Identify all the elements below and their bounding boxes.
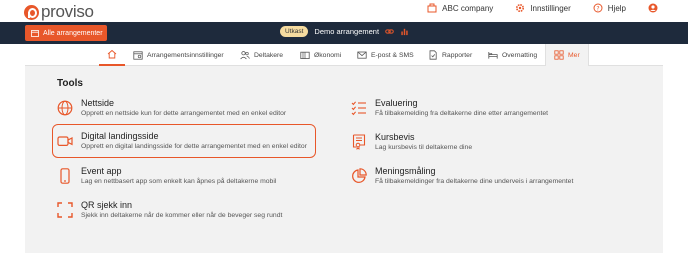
tab-label: Arrangementsinnstillinger	[147, 51, 224, 59]
bar-chart-icon[interactable]	[400, 27, 409, 36]
event-bar: Alle arrangementer Utkast Demo arrangeme…	[0, 22, 688, 44]
tool-title: Event app	[81, 166, 122, 176]
tool-desc: Opprett en nettside kun for dette arrang…	[81, 110, 287, 117]
settings-menu[interactable]: Innstillinger	[515, 3, 571, 13]
tab-label: Økonomi	[314, 51, 342, 59]
calendar-settings-icon	[133, 51, 143, 60]
user-avatar[interactable]	[648, 3, 658, 13]
tool-event-app[interactable]: Event app Lag en nettbasert app som enke…	[57, 166, 276, 186]
tab-home[interactable]	[99, 44, 125, 66]
tab-participants[interactable]: Deltakere	[240, 44, 283, 66]
top-bar: proviso ABC company Innstillinger ? Hjel…	[0, 0, 688, 22]
proviso-logo[interactable]: proviso	[24, 2, 94, 22]
tool-desc: Lag kursbevis til deltakerne dine	[375, 144, 473, 151]
tab-bar: Arrangementsinnstillinger Deltakere Økon…	[25, 44, 663, 66]
mail-icon	[357, 51, 367, 59]
svg-text:?: ?	[596, 5, 599, 12]
top-nav: ABC company Innstillinger ? Hjelp	[427, 3, 658, 13]
tab-economy[interactable]: Økonomi	[300, 44, 341, 66]
report-icon	[429, 50, 437, 60]
tool-title: Meningsmåling	[375, 166, 436, 176]
tool-title: QR sjekk inn	[81, 200, 133, 210]
bed-icon	[488, 52, 498, 59]
logo-text: proviso	[41, 2, 94, 21]
help-menu[interactable]: ? Hjelp	[593, 3, 626, 13]
tool-desc: Få tilbakemelding fra deltakerne dine et…	[375, 110, 549, 117]
event-name: Demo arrangement	[314, 27, 380, 36]
tab-event-settings[interactable]: Arrangementsinnstillinger	[133, 44, 224, 66]
status-badge: Utkast	[280, 26, 309, 37]
tool-digital-landing-page[interactable]: Digital landingsside Opprett en digital …	[52, 124, 316, 158]
tool-title: Digital landingsside	[81, 131, 159, 141]
calendar-icon	[31, 30, 39, 37]
grid-icon	[554, 50, 564, 60]
tool-title: Kursbevis	[375, 132, 415, 142]
logo-icon	[24, 4, 39, 20]
tool-title: Evaluering	[375, 98, 418, 108]
home-icon	[107, 49, 117, 59]
tools-panel: Tools Nettside Opprett en nettside kun f…	[25, 66, 663, 253]
checklist-icon	[351, 100, 367, 116]
tab-label: E-post & SMS	[371, 51, 414, 59]
user-icon	[648, 3, 658, 13]
company-icon	[427, 3, 437, 13]
tool-website[interactable]: Nettside Opprett en nettside kun for det…	[57, 98, 286, 118]
mobile-icon	[57, 168, 73, 184]
tool-poll[interactable]: Meningsmåling Få tilbakemeldinger fra de…	[351, 166, 573, 186]
link-icon[interactable]	[385, 27, 394, 36]
tool-qr-check-in[interactable]: QR sjekk inn Sjekk inn deltakerne når de…	[57, 200, 282, 220]
tab-label: Mer	[568, 51, 580, 59]
video-icon	[57, 133, 73, 149]
gear-icon	[516, 3, 525, 13]
tool-desc: Sjekk inn deltakerne når de kommer eller…	[81, 212, 283, 219]
globe-icon	[57, 100, 73, 116]
tool-title: Nettside	[81, 98, 115, 108]
wallet-icon	[300, 51, 310, 60]
help-label: Hjelp	[607, 3, 626, 13]
tool-course-certificate[interactable]: Kursbevis Lag kursbevis til deltakerne d…	[351, 132, 472, 152]
tab-reports[interactable]: Rapporter	[428, 44, 472, 66]
all-events-button[interactable]: Alle arrangementer	[25, 25, 107, 41]
tab-label: Rapporter	[442, 51, 473, 59]
tab-more[interactable]: Mer	[545, 44, 589, 66]
company-label: ABC company	[442, 3, 494, 13]
tool-desc: Lag en nettbasert app som enkelt kan åpn…	[81, 178, 277, 185]
tool-desc: Opprett en digital landingsside for dett…	[81, 143, 307, 150]
settings-label: Innstillinger	[530, 3, 571, 13]
tab-label: Overnatting	[502, 51, 538, 59]
tab-email-sms[interactable]: E-post & SMS	[357, 44, 414, 66]
tool-evaluation[interactable]: Evaluering Få tilbakemelding fra deltake…	[351, 98, 548, 118]
users-icon	[240, 51, 250, 60]
all-events-label: Alle arrangementer	[43, 29, 103, 37]
tab-accommodation[interactable]: Overnatting	[488, 44, 537, 66]
company-menu[interactable]: ABC company	[427, 3, 493, 13]
qr-scan-icon	[57, 202, 73, 218]
event-info: Utkast Demo arrangement	[280, 26, 409, 37]
pie-chart-icon	[351, 168, 367, 184]
tab-label: Deltakere	[254, 51, 284, 59]
section-title: Tools	[57, 78, 83, 89]
certificate-icon	[351, 134, 367, 150]
tool-desc: Få tilbakemeldinger fra deltakerne dine …	[375, 178, 574, 185]
help-icon: ?	[593, 3, 603, 13]
